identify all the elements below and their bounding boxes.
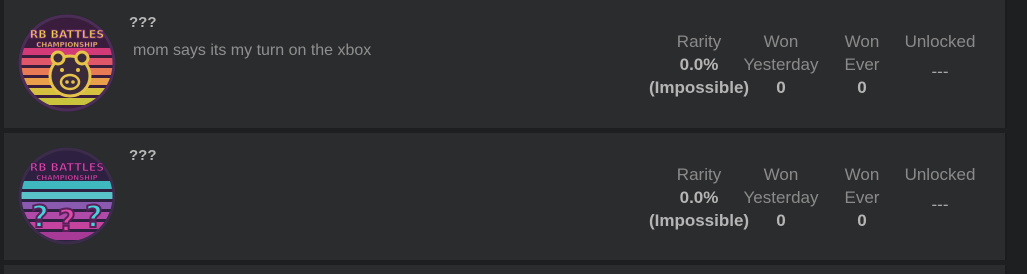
won-ever-value: 0 <box>857 211 867 230</box>
won-yesterday-label-2: Yesterday <box>743 188 819 207</box>
unlocked-stat: Unlocked --- <box>892 163 988 216</box>
badge-logo-text-2: CHAMPIONSHIP <box>36 174 98 182</box>
badge-description: mom says its my turn on the xbox <box>133 42 372 59</box>
won-ever-stat: Won Ever 0 <box>824 163 900 232</box>
badge-logo-text-2: CHAMPIONSHIP <box>36 41 98 49</box>
won-yesterday-label-1: Won <box>763 32 799 51</box>
won-yesterday-label-1: Won <box>763 165 799 184</box>
badge-name[interactable]: ??? <box>129 147 157 164</box>
badge-list: RB BATTLES CHAMPIONSHIP ??? mom says its… <box>0 0 1027 274</box>
badge-name[interactable]: ??? <box>129 14 157 31</box>
won-ever-stat: Won Ever 0 <box>824 30 900 99</box>
badge-card[interactable]: ? ? ? RB BATTLES CHAMPIONSHIP ??? Rarity… <box>4 133 1007 260</box>
pig-badge-icon[interactable]: RB BATTLES CHAMPIONSHIP <box>18 14 116 112</box>
won-ever-label-2: Ever <box>844 55 880 74</box>
badge-card[interactable]: RB BATTLES CHAMPIONSHIP ??? mom says its… <box>4 0 1007 128</box>
won-ever-value: 0 <box>857 78 867 97</box>
won-yesterday-value: 0 <box>776 211 786 230</box>
unlocked-label: Unlocked <box>904 165 976 184</box>
unlocked-stat: Unlocked --- <box>892 30 988 83</box>
unlocked-label: Unlocked <box>904 32 976 51</box>
won-ever-label-1: Won <box>844 32 880 51</box>
svg-text:?: ? <box>58 204 75 239</box>
badge-logo-text-1: RB BATTLES <box>30 28 105 41</box>
unlocked-value: --- <box>931 195 949 214</box>
won-yesterday-stat: Won Yesterday 0 <box>731 163 831 232</box>
won-yesterday-value: 0 <box>776 78 786 97</box>
won-ever-label-2: Ever <box>844 188 880 207</box>
won-ever-label-1: Won <box>844 165 880 184</box>
won-yesterday-stat: Won Yesterday 0 <box>731 30 831 99</box>
won-yesterday-label-2: Yesterday <box>743 55 819 74</box>
badge-logo-text-1: RB BATTLES <box>30 161 105 174</box>
badge-card[interactable] <box>4 265 1007 274</box>
question-badge-icon[interactable]: ? ? ? RB BATTLES CHAMPIONSHIP <box>18 147 116 245</box>
unlocked-value: --- <box>931 62 949 81</box>
